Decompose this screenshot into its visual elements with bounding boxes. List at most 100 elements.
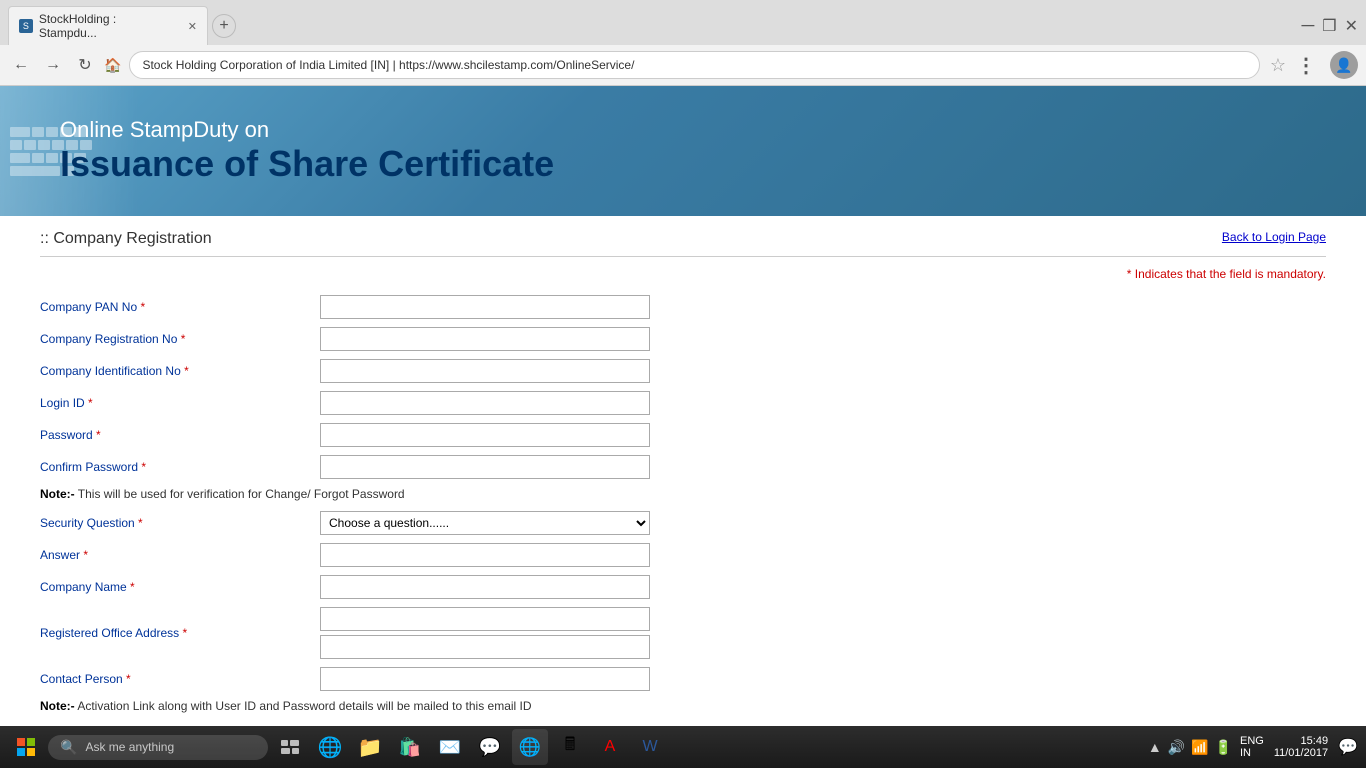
page-wrapper: Online StampDuty on Issuance of Share Ce… xyxy=(0,86,1366,740)
taskbar-search-input[interactable] xyxy=(85,740,245,754)
section-title: :: Company Registration xyxy=(40,230,212,248)
taskbar-search-bar[interactable]: 🔍 xyxy=(48,735,268,760)
form-row-contact-person: Contact Person * xyxy=(40,667,1326,691)
browser-tab[interactable]: S StockHolding : Stampdu... ✕ xyxy=(8,6,208,45)
taskbar-word-icon[interactable]: W xyxy=(632,729,668,765)
password-input[interactable] xyxy=(320,423,650,447)
address-input[interactable] xyxy=(129,51,1259,79)
confirm-password-input[interactable] xyxy=(320,455,650,479)
required-indicator: * xyxy=(141,460,146,474)
taskbar-task-view[interactable] xyxy=(272,729,308,765)
form-row-confirm-password: Confirm Password * xyxy=(40,455,1326,479)
back-to-login-link[interactable]: Back to Login Page xyxy=(1222,230,1326,244)
taskbar-date-display: 11/01/2017 xyxy=(1274,747,1328,759)
note-label-1: Note:- xyxy=(40,487,75,501)
label-registered-address: Registered Office Address * xyxy=(40,626,320,640)
taskbar-right: ▲ 🔊 📶 🔋 ENG IN 15:49 11/01/2017 💬 xyxy=(1148,735,1358,759)
note-label-2: Note:- xyxy=(40,699,75,713)
taskbar-up-arrow[interactable]: ▲ xyxy=(1148,739,1162,755)
label-confirm-password: Confirm Password * xyxy=(40,460,320,474)
taskbar-search-icon: 🔍 xyxy=(60,739,77,756)
required-indicator: * xyxy=(140,300,145,314)
required-indicator: * xyxy=(126,672,131,686)
main-content: :: Company Registration Back to Login Pa… xyxy=(0,216,1366,740)
required-indicator: * xyxy=(83,548,88,562)
home-button[interactable]: 🏠 xyxy=(104,57,121,74)
close-tab-button[interactable]: ✕ xyxy=(188,20,197,33)
taskbar-mail-icon[interactable]: ✉️ xyxy=(432,729,468,765)
form-row-registered-address: Registered Office Address * xyxy=(40,607,1326,659)
section-header: :: Company Registration Back to Login Pa… xyxy=(40,216,1326,257)
taskbar-acrobat-icon[interactable]: A xyxy=(592,729,628,765)
browser-chrome: S StockHolding : Stampdu... ✕ + ─ ❒ ✕ ← … xyxy=(0,0,1366,86)
label-login-id: Login ID * xyxy=(40,396,320,410)
company-registration-input[interactable] xyxy=(320,327,650,351)
label-contact-person: Contact Person * xyxy=(40,672,320,686)
header-text: Online StampDuty on Issuance of Share Ce… xyxy=(60,117,554,185)
required-indicator: * xyxy=(130,580,135,594)
registered-address-input-1[interactable] xyxy=(320,607,650,631)
note-email: Note:- Activation Link along with User I… xyxy=(40,699,1326,713)
new-tab-button[interactable]: + xyxy=(212,14,236,38)
reload-button[interactable]: ↻ xyxy=(72,52,98,78)
required-indicator: * xyxy=(181,332,186,346)
taskbar-time-display: 15:49 xyxy=(1274,735,1328,747)
form-row-password: Password * xyxy=(40,423,1326,447)
windows-logo-icon xyxy=(17,738,35,756)
form-row-pan: Company PAN No * xyxy=(40,295,1326,319)
form-row-company-name: Company Name * xyxy=(40,575,1326,599)
close-window-button[interactable]: ✕ xyxy=(1345,16,1358,36)
taskbar-language[interactable]: ENG IN xyxy=(1240,735,1264,759)
taskbar-calculator-icon[interactable]: 🖩 xyxy=(552,729,588,765)
maximize-button[interactable]: ❒ xyxy=(1322,16,1336,36)
label-password: Password * xyxy=(40,428,320,442)
bookmark-icon[interactable]: ☆ xyxy=(1270,55,1286,76)
contact-person-input[interactable] xyxy=(320,667,650,691)
minimize-button[interactable]: ─ xyxy=(1301,15,1314,36)
answer-input[interactable] xyxy=(320,543,650,567)
taskbar-skype-icon[interactable]: 💬 xyxy=(472,729,508,765)
required-indicator: * xyxy=(183,626,188,640)
taskbar-edge-icon[interactable]: 🌐 xyxy=(312,729,348,765)
taskbar-chrome-icon[interactable]: 🌐 xyxy=(512,729,548,765)
taskbar: 🔍 🌐 📁 🛍️ ✉️ 💬 🌐 🖩 A W ▲ 🔊 xyxy=(0,726,1366,768)
company-name-input[interactable] xyxy=(320,575,650,599)
taskbar-network-icon[interactable]: 📶 xyxy=(1191,739,1208,756)
taskbar-file-explorer-icon[interactable]: 📁 xyxy=(352,729,388,765)
header-line1: Online StampDuty on xyxy=(60,117,554,143)
taskbar-datetime[interactable]: 15:49 11/01/2017 xyxy=(1274,735,1328,759)
task-view-icon xyxy=(281,740,299,754)
profile-icon[interactable]: 👤 xyxy=(1330,51,1358,79)
form-row-security-question: Security Question * Choose a question...… xyxy=(40,511,1326,535)
taskbar-store-icon[interactable]: 🛍️ xyxy=(392,729,428,765)
company-identification-input[interactable] xyxy=(320,359,650,383)
registered-address-input-2[interactable] xyxy=(320,635,650,659)
header-line2: Issuance of Share Certificate xyxy=(60,143,554,185)
required-indicator: * xyxy=(96,428,101,442)
chrome-menu-icon[interactable]: ⋮ xyxy=(1296,53,1316,78)
note-forgot-password: Note:- This will be used for verificatio… xyxy=(40,487,1326,501)
required-indicator: * xyxy=(138,516,143,530)
address-inputs-container xyxy=(320,607,650,659)
note-text-2: Activation Link along with User ID and P… xyxy=(77,699,531,713)
company-pan-input[interactable] xyxy=(320,295,650,319)
tab-bar: S StockHolding : Stampdu... ✕ + ─ ❒ ✕ xyxy=(0,0,1366,45)
tab-favicon: S xyxy=(19,19,33,33)
taskbar-battery-icon[interactable]: 🔋 xyxy=(1215,739,1232,756)
label-answer: Answer * xyxy=(40,548,320,562)
start-button[interactable] xyxy=(8,729,44,765)
tab-title: StockHolding : Stampdu... xyxy=(39,12,176,40)
header-banner: Online StampDuty on Issuance of Share Ce… xyxy=(0,86,1366,216)
taskbar-sys-icons: ▲ 🔊 📶 🔋 xyxy=(1148,739,1232,756)
form-row-login-id: Login ID * xyxy=(40,391,1326,415)
taskbar-volume-icon[interactable]: 🔊 xyxy=(1168,739,1185,756)
login-id-input[interactable] xyxy=(320,391,650,415)
security-question-select[interactable]: Choose a question...... xyxy=(320,511,650,535)
label-company-name: Company Name * xyxy=(40,580,320,594)
back-button[interactable]: ← xyxy=(8,52,34,78)
required-indicator: * xyxy=(88,396,93,410)
taskbar-notification-icon[interactable]: 💬 xyxy=(1338,737,1358,757)
label-company-pan: Company PAN No * xyxy=(40,300,320,314)
forward-button[interactable]: → xyxy=(40,52,66,78)
mandatory-note: * Indicates that the field is mandatory. xyxy=(40,267,1326,281)
